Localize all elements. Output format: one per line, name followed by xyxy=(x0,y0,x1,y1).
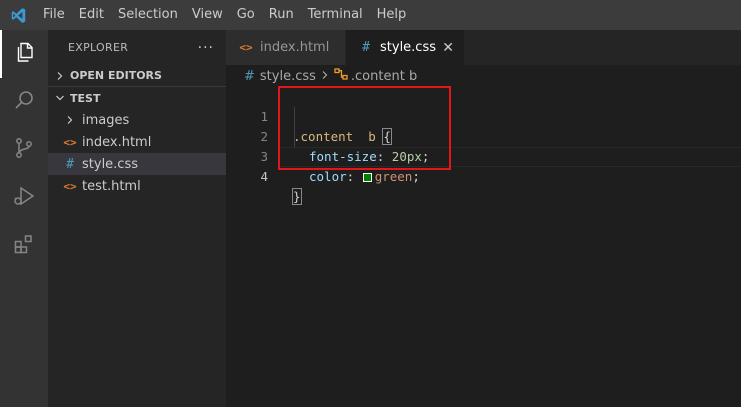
tab-label: style.css xyxy=(380,40,436,55)
line-number: 4 xyxy=(260,169,268,184)
folder-label: TEST xyxy=(70,91,101,105)
chevron-right-icon xyxy=(62,115,78,125)
source-control-icon xyxy=(12,136,36,164)
code-line: 3 color: green; xyxy=(226,127,741,184)
css-selector-icon xyxy=(334,68,348,84)
menu-edit[interactable]: Edit xyxy=(72,0,111,30)
explorer-button[interactable] xyxy=(0,30,48,78)
css-value: green xyxy=(374,169,413,184)
breadcrumb: # style.css .content b xyxy=(226,65,741,87)
chevron-down-icon xyxy=(52,93,68,103)
css-file-icon: # xyxy=(362,40,370,55)
extensions-button[interactable] xyxy=(0,222,48,270)
open-editors-label: OPEN EDITORS xyxy=(70,69,162,82)
css-file-icon: # xyxy=(66,156,74,172)
css-property: color xyxy=(309,169,347,184)
css-file-icon: # xyxy=(244,68,255,84)
menu-go[interactable]: Go xyxy=(230,0,262,30)
tree-item-style-css[interactable]: # style.css xyxy=(48,153,226,175)
tree-item-label: style.css xyxy=(82,156,138,172)
search-icon xyxy=(12,88,36,116)
menu-help[interactable]: Help xyxy=(370,0,414,30)
tab-style-css[interactable]: # style.css ✕ xyxy=(346,30,465,65)
tree-item-label: index.html xyxy=(82,134,152,150)
run-debug-icon xyxy=(12,184,36,212)
editor-tab-bar: <> index.html # style.css ✕ xyxy=(226,30,741,65)
folder-section-test[interactable]: TEST xyxy=(48,87,226,109)
html-file-icon: <> xyxy=(63,179,77,193)
explorer-header: EXPLORER ··· xyxy=(48,30,226,65)
breadcrumb-file[interactable]: style.css xyxy=(260,69,316,84)
close-icon[interactable]: ✕ xyxy=(442,40,454,56)
tree-item-index-html[interactable]: <> index.html xyxy=(48,131,226,153)
extensions-icon xyxy=(12,232,36,260)
source-control-button[interactable] xyxy=(0,126,48,174)
chevron-right-icon xyxy=(52,71,68,81)
menu-file[interactable]: File xyxy=(36,0,72,30)
code-editor[interactable]: 1 .content b { 2 font-size: 20px; 3 colo… xyxy=(226,87,741,407)
tab-index-html[interactable]: <> index.html xyxy=(226,30,346,65)
tree-item-test-html[interactable]: <> test.html xyxy=(48,175,226,197)
run-debug-button[interactable] xyxy=(0,174,48,222)
code-line: 1 .content b { xyxy=(226,87,741,145)
html-file-icon: <> xyxy=(239,41,253,54)
breadcrumb-symbol[interactable]: .content b xyxy=(351,69,417,84)
chevron-right-icon xyxy=(320,69,330,84)
tree-item-images[interactable]: images xyxy=(48,109,226,131)
code-content: color: green; xyxy=(309,169,420,184)
html-file-icon: <> xyxy=(63,135,77,149)
code-line: 2 font-size: 20px; xyxy=(226,107,741,164)
tree-item-label: images xyxy=(82,112,130,128)
menu-selection[interactable]: Selection xyxy=(111,0,185,30)
menu-view[interactable]: View xyxy=(185,0,230,30)
explorer-title: EXPLORER xyxy=(68,41,129,54)
files-icon xyxy=(12,40,36,68)
more-actions-button[interactable]: ··· xyxy=(198,40,214,56)
close-brace: } xyxy=(292,188,302,205)
tree-item-label: test.html xyxy=(82,178,141,194)
open-editors-section[interactable]: OPEN EDITORS xyxy=(48,65,226,87)
code-line: 4 } xyxy=(226,147,741,205)
explorer-sidebar: EXPLORER ··· OPEN EDITORS TEST images <>… xyxy=(48,30,226,407)
search-button[interactable] xyxy=(0,78,48,126)
code-content: } xyxy=(292,187,302,207)
vscode-logo-icon xyxy=(0,0,36,30)
menu-terminal[interactable]: Terminal xyxy=(301,0,370,30)
menu-bar: File Edit Selection View Go Run Terminal… xyxy=(0,0,741,30)
color-swatch[interactable] xyxy=(362,173,372,182)
menu-run[interactable]: Run xyxy=(262,0,301,30)
tab-label: index.html xyxy=(260,40,330,55)
activity-bar xyxy=(0,30,48,407)
